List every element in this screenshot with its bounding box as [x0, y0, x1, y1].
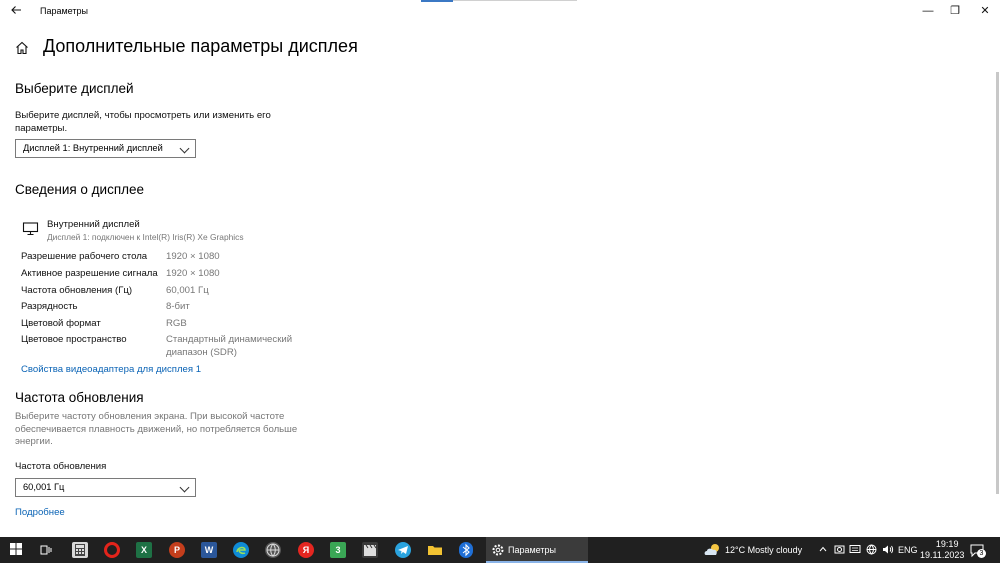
chevron-down-icon — [179, 143, 190, 154]
drag-indicator-track — [453, 0, 577, 1]
movie-clapper-icon[interactable] — [362, 542, 378, 558]
scrollbar[interactable] — [996, 72, 999, 494]
window-title: Параметры — [40, 6, 88, 16]
display-select-dropdown[interactable]: Дисплей 1: Внутренний дисплей — [15, 139, 196, 158]
refresh-rate-description: Выберите частоту обновления экрана. При … — [15, 411, 297, 449]
input-language[interactable]: ENG — [898, 545, 918, 555]
info-label: Разрешение рабочего стола — [21, 251, 148, 262]
drag-indicator — [421, 0, 453, 2]
dropdown-value: 60,001 Гц — [23, 482, 65, 492]
adapter-properties-link[interactable]: Свойства видеоадаптера для дисплея 1 — [21, 364, 201, 375]
description-line: энергии. — [15, 436, 53, 448]
taskbar: X P W Я 3 Параметры 12°C Mostly cloudy E… — [0, 537, 1000, 563]
info-value-line: Стандартный динамический — [166, 334, 293, 345]
taskbar-settings-label: Параметры — [508, 545, 556, 555]
powerpoint-icon[interactable]: P — [169, 542, 185, 558]
clock[interactable]: 19:19 19.11.2023 — [920, 539, 964, 561]
clock-time: 19:19 — [935, 539, 959, 549]
refresh-rate-label: Частота обновления — [15, 461, 107, 472]
info-value-line: диапазон (SDR) — [166, 346, 237, 358]
monitor-name: Внутренний дисплей — [47, 219, 140, 230]
monitor-subtitle: Дисплей 1: подключен к Intel(R) Iris(R) … — [47, 232, 244, 242]
select-display-heading: Выберите дисплей — [15, 81, 134, 96]
info-label: Разрядность — [21, 301, 78, 312]
description-line: параметры. — [15, 122, 68, 134]
volume-icon[interactable] — [882, 544, 894, 557]
info-value: Стандартный динамический диапазон (SDR) — [166, 334, 292, 359]
edge-browser-icon[interactable] — [233, 542, 249, 558]
keyboard-icon[interactable] — [849, 544, 861, 556]
camera-icon[interactable] — [834, 544, 845, 556]
opera-browser-icon[interactable] — [104, 542, 120, 558]
bluetooth-icon[interactable] — [459, 542, 473, 558]
refresh-rate-heading: Частота обновления — [15, 390, 144, 405]
calculator-icon[interactable] — [72, 542, 88, 558]
description-line: Выберите дисплей, чтобы просмотреть или … — [15, 110, 271, 121]
description-line: обеспечивается плавность движений, но по… — [15, 423, 298, 435]
minimize-button[interactable]: — — [913, 2, 943, 22]
chevron-up-icon[interactable] — [818, 544, 828, 556]
weather-cloudy-icon[interactable] — [703, 542, 723, 558]
file-explorer-icon[interactable] — [427, 542, 443, 558]
info-value: 1920 × 1080 — [166, 268, 220, 279]
notification-count-badge: 3 — [977, 549, 986, 558]
display-info-heading: Сведения о дисплее — [15, 182, 145, 197]
clock-date: 19.11.2023 — [920, 550, 965, 560]
info-value: 60,001 Гц — [166, 285, 209, 296]
gear-icon — [490, 542, 506, 558]
dropdown-value: Дисплей 1: Внутренний дисплей — [23, 143, 163, 153]
telegram-icon[interactable] — [395, 542, 411, 558]
excel-icon[interactable]: X — [136, 542, 152, 558]
weather-text[interactable]: 12°C Mostly cloudy — [725, 545, 802, 555]
back-arrow-icon[interactable] — [8, 4, 24, 20]
word-icon[interactable]: W — [201, 542, 217, 558]
windows-start-icon[interactable] — [8, 542, 24, 558]
info-value: 8-бит — [166, 301, 190, 312]
info-label: Цветовой формат — [21, 318, 101, 329]
app-3-icon[interactable]: 3 — [330, 542, 346, 558]
info-value: RGB — [166, 318, 187, 329]
info-value: 1920 × 1080 — [166, 251, 220, 262]
info-label: Цветовое пространство — [21, 334, 127, 345]
monitor-icon — [22, 221, 40, 237]
notification-icon[interactable]: 3 — [969, 542, 987, 558]
task-view-icon[interactable] — [38, 542, 54, 558]
close-button[interactable]: ✕ — [970, 2, 1000, 22]
app-globe-icon[interactable] — [265, 542, 281, 558]
chevron-down-icon — [179, 482, 190, 493]
select-display-description: Выберите дисплей, чтобы просмотреть или … — [15, 110, 271, 135]
network-globe-icon[interactable] — [866, 544, 877, 557]
page-title: Дополнительные параметры дисплея — [43, 36, 358, 56]
yandex-browser-icon[interactable]: Я — [298, 542, 314, 558]
description-line: Выберите частоту обновления экрана. При … — [15, 411, 285, 422]
home-icon[interactable] — [14, 40, 30, 56]
info-label: Активное разрешение сигнала — [21, 268, 158, 279]
refresh-rate-dropdown[interactable]: 60,001 Гц — [15, 478, 196, 497]
title-bar: Параметры — ❐ ✕ — [0, 0, 1000, 24]
learn-more-link[interactable]: Подробнее — [15, 507, 65, 518]
maximize-button[interactable]: ❐ — [940, 2, 970, 22]
info-label: Частота обновления (Гц) — [21, 285, 133, 296]
